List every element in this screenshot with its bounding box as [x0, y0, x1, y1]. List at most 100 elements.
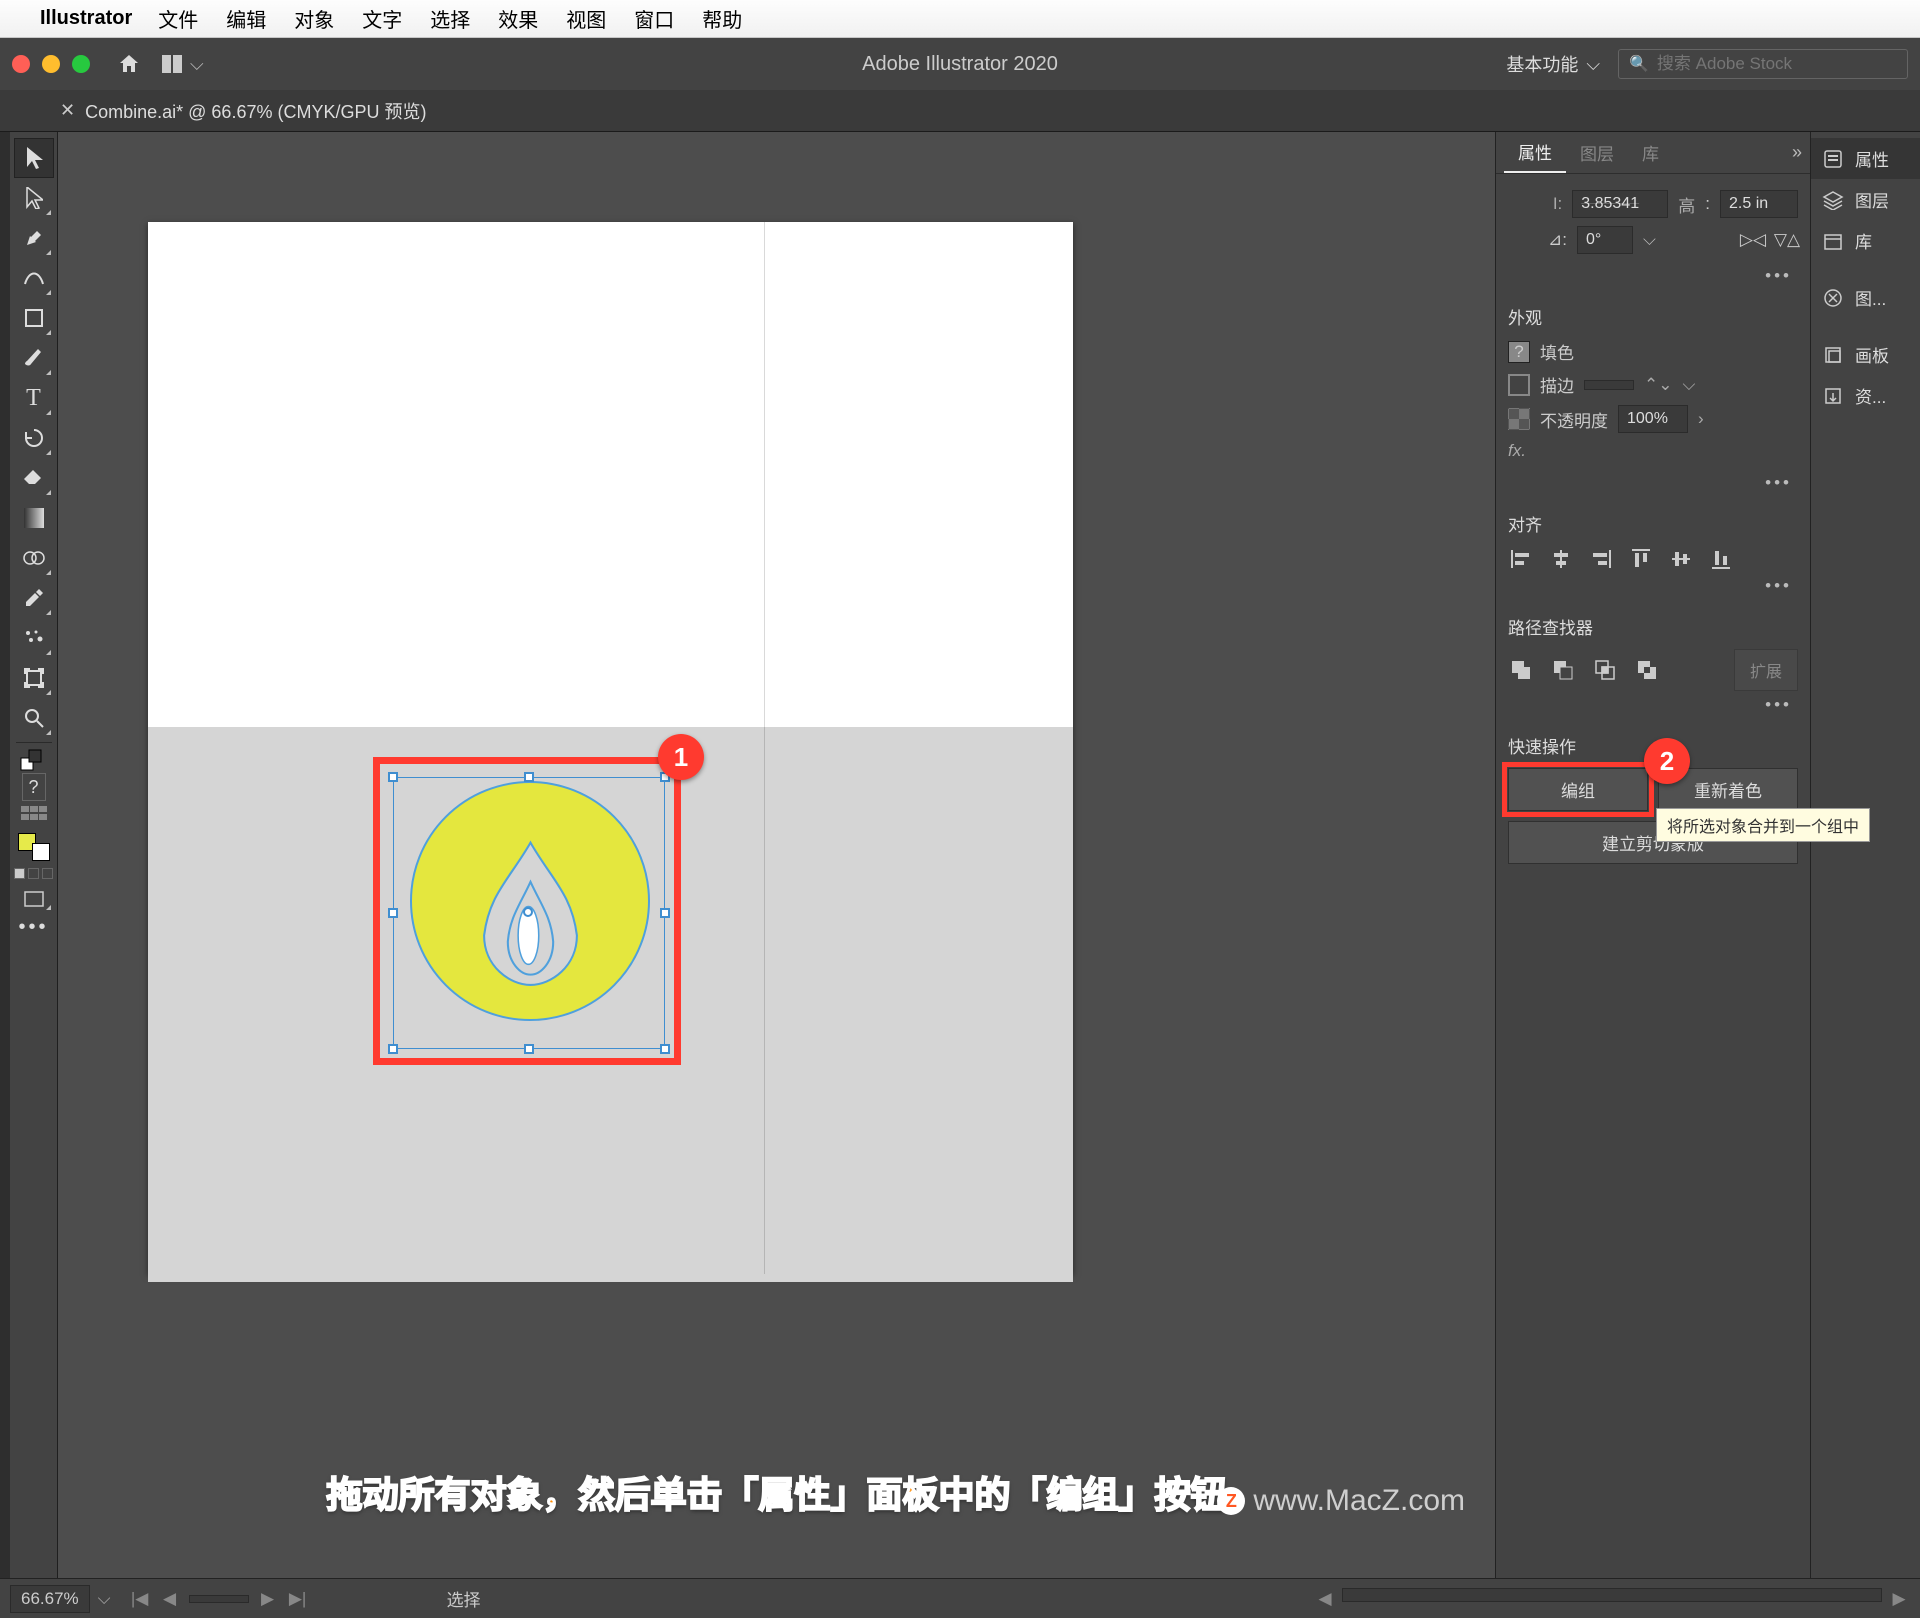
strip-artboards[interactable]: 画板 — [1811, 334, 1920, 375]
pathfinder-more-icon[interactable]: ••• — [1508, 691, 1798, 719]
rotate-angle-value[interactable]: 0° — [1577, 226, 1633, 254]
menu-select[interactable]: 选择 — [430, 4, 470, 33]
artboard-number-input[interactable] — [189, 1595, 249, 1603]
document-tab-title[interactable]: Combine.ai* @ 66.67% (CMYK/GPU 预览) — [85, 98, 426, 124]
window-close[interactable] — [12, 55, 30, 73]
eyedropper-tool[interactable] — [14, 578, 54, 618]
direct-selection-tool[interactable] — [14, 178, 54, 218]
align-hcenter-icon[interactable] — [1548, 546, 1574, 572]
stroke-stepper-icon[interactable]: ⌃⌄ — [1644, 375, 1673, 395]
pathfinder-minus-front-icon[interactable] — [1550, 657, 1576, 683]
last-artboard-icon[interactable]: ▶| — [287, 1588, 309, 1610]
menu-view[interactable]: 视图 — [566, 4, 606, 33]
pen-tool[interactable] — [14, 218, 54, 258]
align-vcenter-icon[interactable] — [1668, 546, 1694, 572]
align-top-icon[interactable] — [1628, 546, 1654, 572]
properties-icon — [1821, 147, 1845, 171]
type-tool[interactable]: T — [14, 378, 54, 418]
screen-mode-icon[interactable] — [14, 885, 54, 913]
workspace-switcher[interactable]: 基本功能 ⌵ — [1506, 51, 1600, 77]
align-more-icon[interactable]: ••• — [1508, 572, 1798, 600]
menu-type[interactable]: 文字 — [362, 4, 402, 33]
menu-effect[interactable]: 效果 — [498, 4, 538, 33]
stroke-weight-input[interactable] — [1584, 380, 1634, 390]
align-left-icon[interactable] — [1508, 546, 1534, 572]
rotate-tool[interactable] — [14, 418, 54, 458]
toolbox-more-icon[interactable]: ••• — [14, 913, 54, 941]
window-minimize[interactable] — [42, 55, 60, 73]
curvature-tool[interactable] — [14, 258, 54, 298]
appearance-more-icon[interactable]: ••• — [1508, 469, 1798, 497]
first-artboard-icon[interactable]: |◀ — [129, 1588, 151, 1610]
paintbrush-tool[interactable] — [14, 338, 54, 378]
pathfinder-intersect-icon[interactable] — [1592, 657, 1618, 683]
scroll-right-icon[interactable]: ▶ — [1888, 1588, 1910, 1610]
toolbox-gutter — [0, 132, 10, 1578]
draw-mode-icons[interactable] — [14, 861, 54, 885]
menu-edit[interactable]: 编辑 — [226, 4, 266, 33]
horizontal-scrollbar[interactable] — [1342, 1588, 1882, 1602]
strip-properties[interactable]: 属性 — [1811, 138, 1920, 179]
pathfinder-section-title: 路径查找器 — [1508, 614, 1798, 639]
chevron-down-icon[interactable]: ⌵ — [1643, 230, 1656, 250]
menu-object[interactable]: 对象 — [294, 4, 334, 33]
rectangle-tool[interactable] — [14, 298, 54, 338]
stroke-dropdown-icon[interactable]: ⌵ — [1683, 375, 1696, 395]
pathfinder-exclude-icon[interactable] — [1634, 657, 1660, 683]
tab-layers[interactable]: 图层 — [1566, 132, 1628, 173]
artboards-icon — [1821, 343, 1845, 367]
flip-horizontal-icon[interactable]: ▷◁ — [1742, 229, 1764, 251]
strip-asset-export[interactable]: 资... — [1811, 375, 1920, 416]
menubar-app-name[interactable]: Illustrator — [40, 7, 132, 30]
stroke-swatch-icon[interactable] — [1508, 374, 1530, 396]
zoom-tool[interactable] — [14, 698, 54, 738]
zoom-dropdown-icon[interactable]: ⌵ — [98, 1589, 111, 1609]
opacity-popup-icon[interactable]: › — [1698, 409, 1704, 429]
fill-stroke-colors[interactable] — [16, 833, 52, 861]
strip-image-trace[interactable]: 图... — [1811, 277, 1920, 318]
selection-tool[interactable] — [14, 138, 54, 178]
eraser-tool[interactable] — [14, 458, 54, 498]
fill-stroke-swap-icon[interactable] — [14, 747, 54, 773]
align-bottom-icon[interactable] — [1708, 546, 1734, 572]
home-icon[interactable] — [114, 49, 144, 79]
symbol-sprayer-tool[interactable] — [14, 618, 54, 658]
menu-window[interactable]: 窗口 — [634, 4, 674, 33]
next-artboard-icon[interactable]: ▶ — [257, 1588, 279, 1610]
help-indicator-icon[interactable]: ? — [22, 773, 46, 801]
annotation-marker-1: 1 — [658, 734, 704, 780]
collapse-panel-icon[interactable]: » — [1792, 142, 1802, 163]
tab-libraries[interactable]: 库 — [1628, 132, 1673, 173]
edit-toolbox-icon[interactable] — [14, 801, 54, 827]
transform-more-icon[interactable]: ••• — [1508, 262, 1798, 290]
opacity-swatch-icon[interactable] — [1508, 408, 1530, 430]
stock-search-input[interactable] — [1657, 54, 1897, 74]
fx-icon[interactable]: fx. — [1508, 441, 1526, 461]
opacity-value[interactable]: 100% — [1618, 405, 1688, 433]
strip-layers[interactable]: 图层 — [1811, 179, 1920, 220]
adobe-stock-search[interactable]: 🔍 — [1618, 49, 1908, 79]
transform-width-value[interactable]: 3.85341 — [1572, 190, 1668, 218]
zoom-level[interactable]: 66.67% — [10, 1585, 90, 1613]
transform-height-value[interactable]: 2.5 in — [1720, 190, 1798, 218]
group-button[interactable]: 编组 — [1508, 768, 1648, 811]
watermark-logo-icon: Z — [1217, 1487, 1245, 1515]
gradient-tool[interactable] — [14, 498, 54, 538]
menu-help[interactable]: 帮助 — [702, 4, 742, 33]
artboard-tool[interactable] — [14, 658, 54, 698]
stroke-color-swatch[interactable] — [32, 843, 50, 861]
canvas[interactable]: 1 拖动所有对象，然后单击「属性」面板中的「编组」按钮 Z www.MacZ.c… — [58, 132, 1495, 1578]
tab-properties[interactable]: 属性 — [1504, 132, 1566, 173]
prev-artboard-icon[interactable]: ◀ — [159, 1588, 181, 1610]
window-maximize[interactable] — [72, 55, 90, 73]
align-right-icon[interactable] — [1588, 546, 1614, 572]
arrange-documents-icon[interactable]: ⌵ — [162, 54, 204, 75]
scroll-left-icon[interactable]: ◀ — [1314, 1588, 1336, 1610]
tab-close-icon[interactable]: ✕ — [60, 100, 75, 121]
menu-file[interactable]: 文件 — [158, 4, 198, 33]
shape-builder-tool[interactable] — [14, 538, 54, 578]
flip-vertical-icon[interactable]: ▽△ — [1776, 229, 1798, 251]
strip-libraries[interactable]: 库 — [1811, 220, 1920, 261]
pathfinder-unite-icon[interactable] — [1508, 657, 1534, 683]
fill-swatch-icon[interactable]: ? — [1508, 341, 1530, 363]
